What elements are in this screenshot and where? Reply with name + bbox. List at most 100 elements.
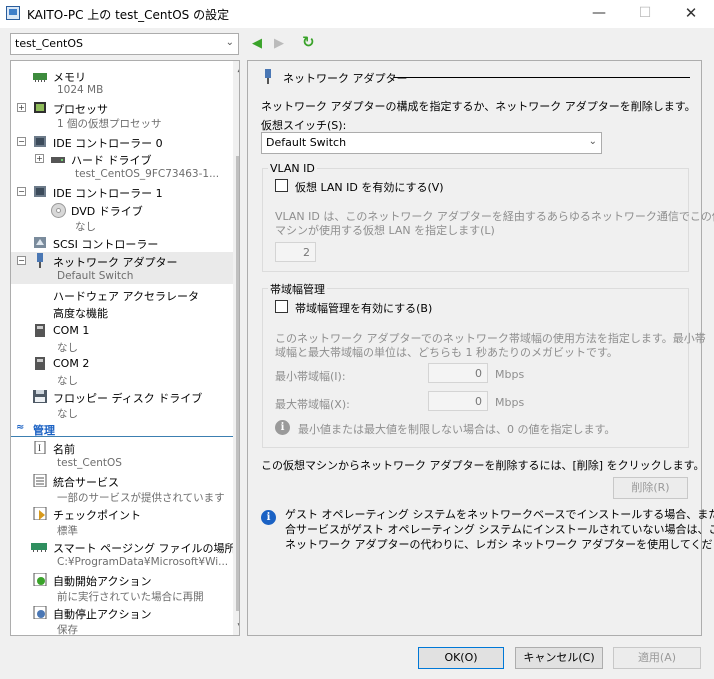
scsi-icon <box>33 236 47 249</box>
sidebar-item-com2[interactable]: COM 2 <box>53 357 89 370</box>
ide-controller-icon <box>33 135 47 148</box>
smart-paging-icon <box>31 540 47 553</box>
legacy-adapter-info-line2: 合サービスがゲスト オペレーティング システムにインストールされていない場合は、… <box>285 523 714 536</box>
vlan-group-title: VLAN ID <box>268 162 317 175</box>
hyperv-app-icon <box>6 6 20 20</box>
bandwidth-note: 最小値または最大値を制限しない場合は、0 の値を指定します。 <box>298 423 616 436</box>
vm-select[interactable]: test_CentOS ⌄ <box>10 33 239 55</box>
sidebar-item-auto-start[interactable]: 自動開始アクション <box>53 573 151 589</box>
sidebar-item-floppy-drive[interactable]: フロッピー ディスク ドライブ <box>53 390 202 406</box>
vlan-id-input[interactable]: 2 <box>275 242 316 262</box>
sidebar-item-dvd-drive[interactable]: DVD ドライブ <box>71 203 143 219</box>
section-title: ネットワーク アダプター <box>283 72 408 85</box>
info-icon: i <box>261 510 276 525</box>
sidebar-item-integration-services-value: 一部のサービスが提供されています <box>57 492 225 504</box>
sidebar-item-network-adapter[interactable]: ネットワーク アダプター <box>53 254 178 270</box>
bandwidth-enable-label[interactable]: 帯域幅管理を有効にする(B) <box>295 300 432 316</box>
sidebar-item-checkpoint[interactable]: チェックポイント <box>53 507 141 523</box>
chevron-down-icon: ⌄ <box>588 136 597 147</box>
sidebar-item-ide-controller-0[interactable]: IDE コントローラー 0 <box>53 135 163 151</box>
refresh-icon[interactable]: ↻ <box>302 33 315 51</box>
chevron-up-icon[interactable]: ≈ <box>16 422 24 433</box>
network-adapter-icon <box>264 69 272 84</box>
minimize-button[interactable]: — <box>576 0 622 28</box>
sidebar-item-smart-paging[interactable]: スマート ページング ファイルの場所 <box>53 540 235 556</box>
sidebar-item-name[interactable]: 名前 <box>53 441 75 457</box>
checkpoint-icon <box>33 506 47 521</box>
settings-tree[interactable]: メモリ 1024 MB + プロセッサ 1 個の仮想プロセッサ − IDE コン… <box>10 60 240 636</box>
forward-arrow-icon[interactable]: ▶ <box>274 36 284 51</box>
auto-start-icon <box>33 572 47 587</box>
sidebar-item-floppy-drive-value: なし <box>57 408 78 420</box>
memory-icon <box>33 70 47 83</box>
com-port-icon <box>33 357 47 370</box>
section-description: ネットワーク アダプターの構成を指定するか、ネットワーク アダプターを削除します… <box>261 100 696 113</box>
apply-button[interactable]: 適用(A) <box>613 647 701 669</box>
scroll-down-icon[interactable]: ▼ <box>233 619 239 635</box>
sidebar-item-hard-drive[interactable]: ハード ドライブ <box>71 152 152 168</box>
management-section-title: 管理 <box>33 424 55 437</box>
sidebar-item-auto-stop[interactable]: 自動停止アクション <box>53 606 151 622</box>
auto-stop-icon <box>33 605 47 620</box>
chevron-down-icon: ⌄ <box>225 37 234 48</box>
ok-button[interactable]: OK(O) <box>418 647 504 669</box>
vm-select-value: test_CentOS <box>15 37 83 50</box>
close-button[interactable]: ✕ <box>668 0 714 28</box>
min-bandwidth-label: 最小帯域幅(I): <box>275 370 346 383</box>
legacy-adapter-info-line3: ネットワーク アダプターの代わりに、レガシ ネットワーク アダプターを使用してく… <box>285 538 714 551</box>
network-adapter-settings-pane: ネットワーク アダプター ネットワーク アダプターの構成を指定するか、ネットワー… <box>247 60 714 636</box>
back-arrow-icon[interactable]: ◀ <box>252 36 262 51</box>
min-bandwidth-input[interactable]: 0 <box>428 363 488 383</box>
sidebar-item-scsi-controller[interactable]: SCSI コントローラー <box>53 236 158 252</box>
max-bandwidth-input[interactable]: 0 <box>428 391 488 411</box>
bandwidth-description-line2: 域幅と最大帯域幅の単位は、どちらも 1 秒あたりのメガビットです。 <box>275 346 618 359</box>
sidebar-item-processor-value: 1 個の仮想プロセッサ <box>57 118 162 130</box>
section-divider <box>394 77 690 78</box>
ide-controller-icon <box>33 185 47 198</box>
info-icon: i <box>275 420 290 435</box>
sidebar-item-hard-drive-value: test_CentOS_9FC73463-1... <box>75 168 220 180</box>
sidebar-item-com1-value: なし <box>57 342 78 354</box>
sidebar-item-memory-value: 1024 MB <box>57 84 104 96</box>
maximize-button[interactable]: ☐ <box>622 0 668 28</box>
scrollbar-thumb[interactable] <box>236 156 239 611</box>
window-title: KAITO-PC 上の test_CentOS の設定 <box>27 8 230 22</box>
max-bandwidth-unit: Mbps <box>495 396 525 409</box>
sidebar-item-hardware-acceleration[interactable]: ハードウェア アクセラレータ <box>53 288 199 304</box>
collapse-ide1-toggle[interactable]: − <box>17 187 26 196</box>
sidebar-item-network-adapter-value: Default Switch <box>57 270 134 282</box>
sidebar-item-advanced-features[interactable]: 高度な機能 <box>53 305 108 321</box>
scroll-up-icon[interactable]: ▲ <box>233 61 239 77</box>
vlan-description-line2: マシンが使用する仮想 LAN を指定します(L) <box>275 224 495 237</box>
sidebar-item-processor[interactable]: プロセッサ <box>53 101 108 117</box>
sidebar-item-com2-value: なし <box>57 375 78 387</box>
sidebar-item-memory[interactable]: メモリ <box>53 69 86 85</box>
collapse-network-adapter-toggle[interactable]: − <box>17 256 26 265</box>
bandwidth-enable-checkbox[interactable] <box>275 300 288 313</box>
sidebar-item-ide-controller-1[interactable]: IDE コントローラー 1 <box>53 185 163 201</box>
vlan-enable-checkbox[interactable] <box>275 179 288 192</box>
max-bandwidth-label: 最大帯域幅(X): <box>275 398 350 411</box>
dvd-icon <box>51 203 66 218</box>
sidebar-item-checkpoint-value: 標準 <box>57 525 78 537</box>
expand-processor-toggle[interactable]: + <box>17 103 26 112</box>
sidebar-item-name-value: test_CentOS <box>57 457 122 469</box>
min-bandwidth-unit: Mbps <box>495 368 525 381</box>
sidebar-item-integration-services[interactable]: 統合サービス <box>53 474 119 490</box>
bandwidth-group-title: 帯域幅管理 <box>268 281 327 297</box>
name-icon: I <box>33 440 47 455</box>
sidebar-item-auto-start-value: 前に実行されていた場合に再開 <box>57 591 204 603</box>
vlan-enable-label[interactable]: 仮想 LAN ID を有効にする(V) <box>295 179 444 195</box>
integration-services-icon <box>33 473 47 488</box>
svg-text:I: I <box>38 443 41 453</box>
sidebar-item-auto-stop-value: 保存 <box>57 624 78 636</box>
virtual-switch-value: Default Switch <box>266 136 347 149</box>
remove-button[interactable]: 削除(R) <box>613 477 688 499</box>
sidebar-item-com1[interactable]: COM 1 <box>53 324 89 337</box>
sidebar-item-smart-paging-value: C:¥ProgramData¥Microsoft¥Wi... <box>57 556 229 568</box>
collapse-ide0-toggle[interactable]: − <box>17 137 26 146</box>
sidebar-scrollbar[interactable]: ▲ ▼ <box>233 61 239 635</box>
expand-hard-drive-toggle[interactable]: + <box>35 154 44 163</box>
virtual-switch-select[interactable]: Default Switch ⌄ <box>261 132 602 154</box>
cancel-button[interactable]: キャンセル(C) <box>515 647 603 669</box>
